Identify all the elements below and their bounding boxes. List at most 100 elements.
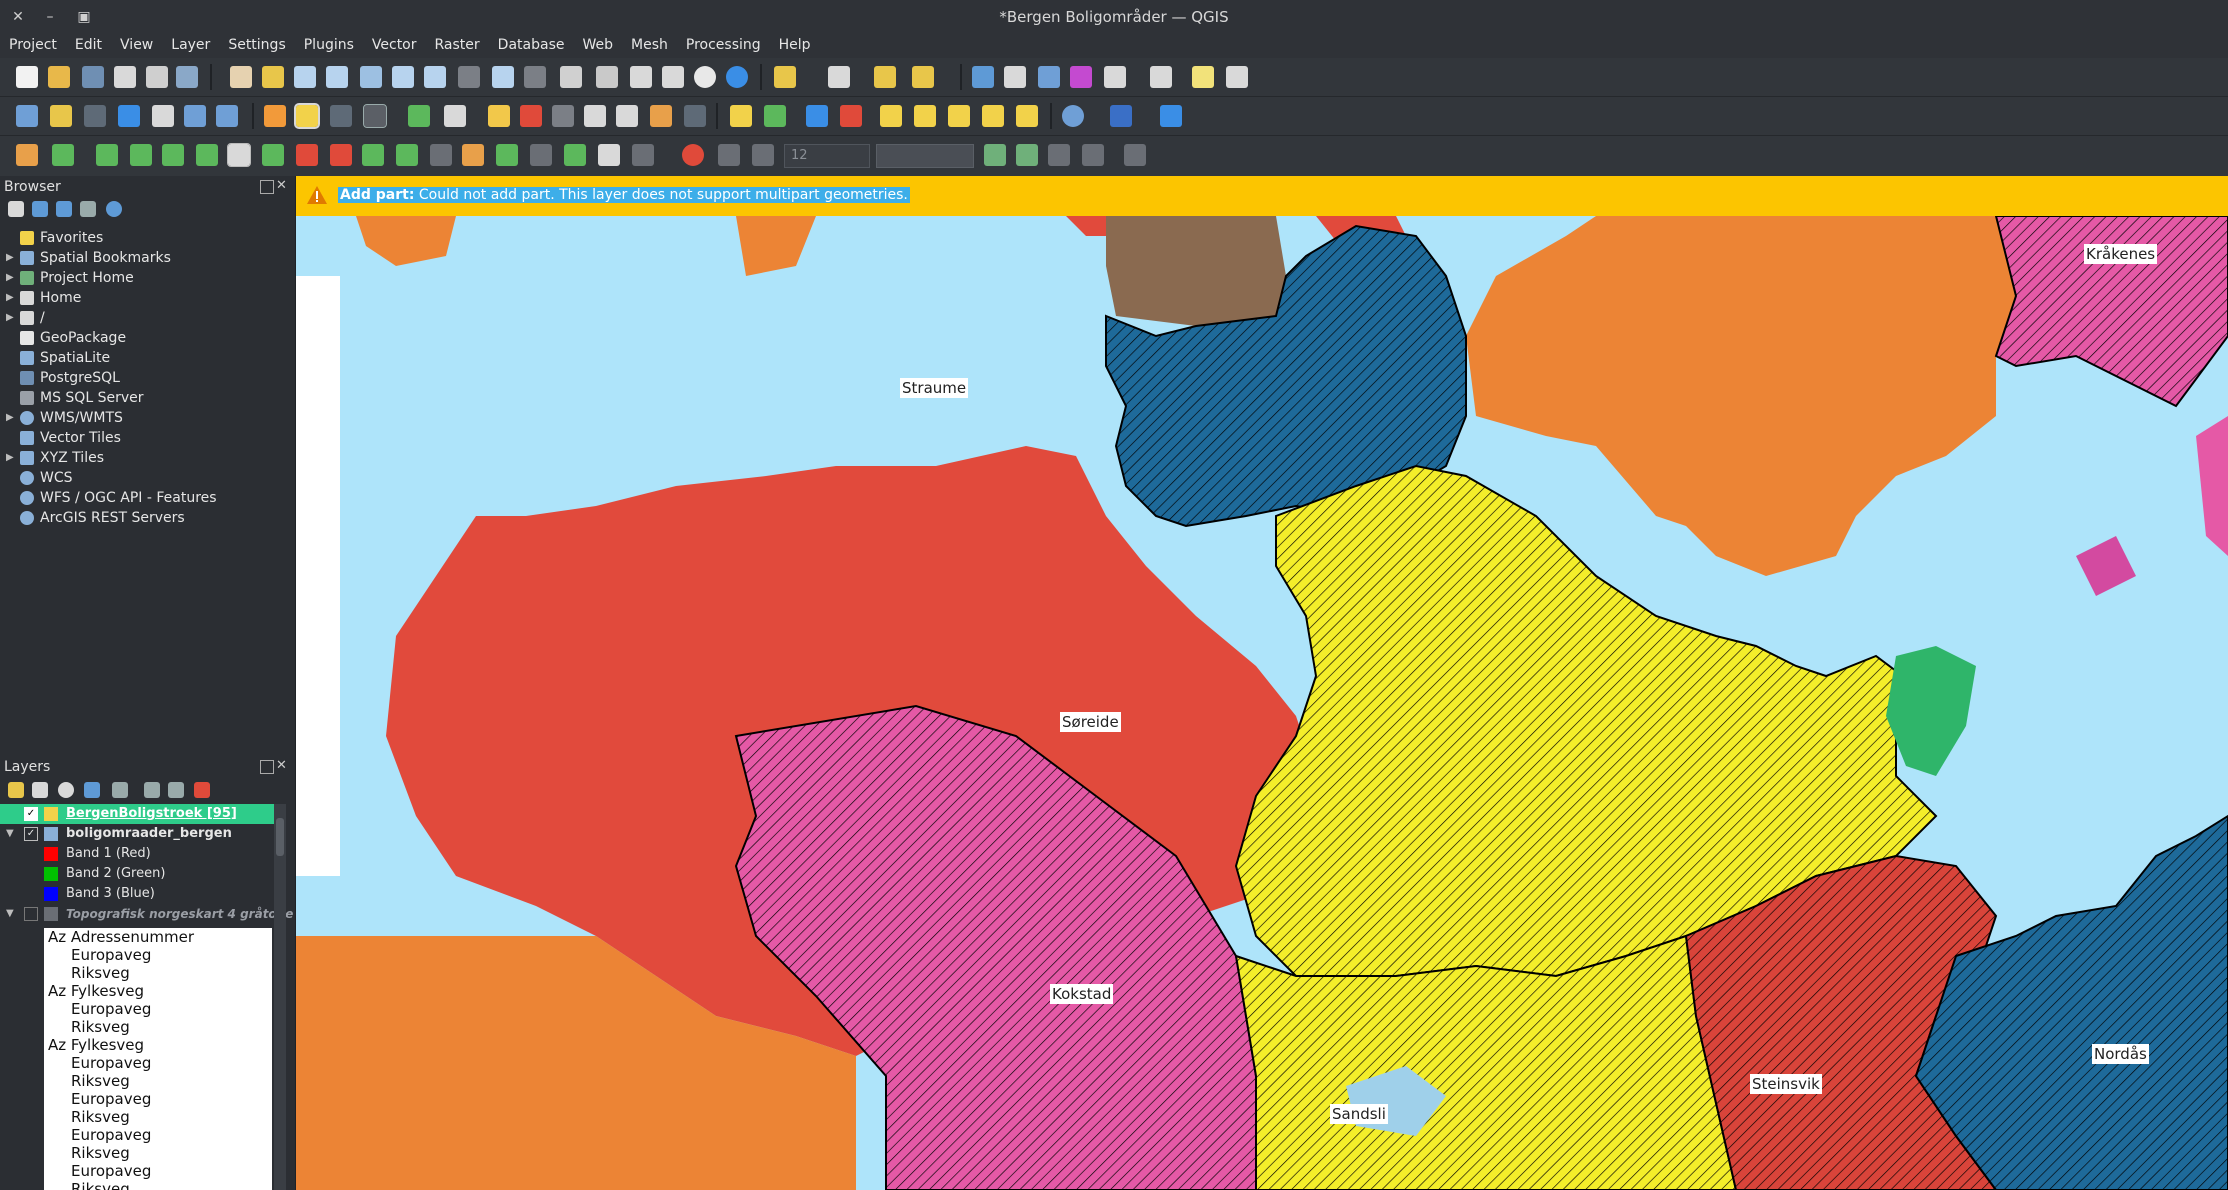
- avoid-overlap-icon[interactable]: [1124, 144, 1146, 166]
- delete-ring-icon[interactable]: [296, 144, 318, 166]
- add-polygon-icon[interactable]: [408, 105, 430, 127]
- layer-topografisk-norgeskart[interactable]: ▼ Topografisk norgeskart 4 gråtone: [0, 904, 293, 924]
- undo-icon[interactable]: [650, 105, 672, 127]
- locator-icon[interactable]: [1226, 66, 1248, 88]
- current-edits-icon[interactable]: [264, 105, 286, 127]
- collapse-arrow-icon[interactable]: ▼: [6, 904, 14, 924]
- merge-attributes-icon[interactable]: [530, 144, 552, 166]
- text-annotation-icon[interactable]: [598, 144, 620, 166]
- menu-edit[interactable]: Edit: [66, 34, 111, 53]
- zoom-next-icon[interactable]: [524, 66, 546, 88]
- advanced-digitizing-icon[interactable]: [16, 144, 38, 166]
- units-select[interactable]: [876, 144, 974, 168]
- zoom-in-icon[interactable]: [294, 66, 316, 88]
- expand-all-icon[interactable]: [144, 782, 160, 798]
- menu-layer[interactable]: Layer: [162, 34, 219, 53]
- save-edits-icon[interactable]: [330, 105, 352, 127]
- snap-type-icon[interactable]: [718, 144, 740, 166]
- deselect-features-icon[interactable]: [874, 66, 896, 88]
- menu-plugins[interactable]: Plugins: [295, 34, 363, 53]
- refresh-icon[interactable]: [726, 66, 748, 88]
- metasearch-icon[interactable]: [1062, 105, 1084, 127]
- new-shapefile-icon[interactable]: [118, 105, 140, 127]
- diagram-tool-icon[interactable]: [764, 105, 786, 127]
- add-group-icon[interactable]: [32, 782, 48, 798]
- simplify-feature-icon[interactable]: [162, 144, 184, 166]
- menu-view[interactable]: View: [111, 34, 162, 53]
- expand-arrow-icon[interactable]: ▶: [6, 308, 14, 328]
- delete-selected-icon[interactable]: [520, 105, 542, 127]
- change-label-icon[interactable]: [982, 105, 1004, 127]
- close-panel-icon[interactable]: ✕: [276, 758, 287, 773]
- add-selected-icon[interactable]: [8, 201, 24, 217]
- expand-arrow-icon[interactable]: ▶: [6, 268, 14, 288]
- delete-part-icon[interactable]: [330, 144, 352, 166]
- properties-icon[interactable]: [106, 201, 122, 217]
- collapse-all-icon[interactable]: [168, 782, 184, 798]
- save-project-icon[interactable]: [82, 66, 104, 88]
- add-raster-layer-icon[interactable]: [216, 105, 238, 127]
- close-panel-icon[interactable]: ✕: [276, 178, 287, 193]
- layout-manager-icon[interactable]: [146, 66, 168, 88]
- identify-features-icon[interactable]: [972, 66, 994, 88]
- python-console-icon[interactable]: [1110, 105, 1132, 127]
- style-manager-icon[interactable]: [176, 66, 198, 88]
- snapping-icon[interactable]: [682, 144, 704, 166]
- select-location-icon[interactable]: [912, 66, 934, 88]
- move-label-icon[interactable]: [914, 105, 936, 127]
- zoom-out-icon[interactable]: [326, 66, 348, 88]
- paste-features-icon[interactable]: [616, 105, 638, 127]
- layer-visibility-checkbox[interactable]: ✓: [24, 807, 38, 821]
- new-temporary-layer-icon[interactable]: [84, 105, 106, 127]
- rotate-feature-icon[interactable]: [130, 144, 152, 166]
- layer-visibility-checkbox[interactable]: ✓: [24, 827, 38, 841]
- snapping-intersection-icon[interactable]: [1016, 144, 1038, 166]
- self-snapping-icon[interactable]: [1082, 144, 1104, 166]
- show-hide-labels-icon[interactable]: [880, 105, 902, 127]
- new-project-icon[interactable]: [16, 66, 38, 88]
- pan-icon[interactable]: [230, 66, 252, 88]
- merge-features-icon[interactable]: [496, 144, 518, 166]
- form-annotation-icon[interactable]: [632, 144, 654, 166]
- move-feature-icon[interactable]: [96, 144, 118, 166]
- add-vector-layer-icon[interactable]: [184, 105, 206, 127]
- toggle-editing-icon[interactable]: [294, 103, 320, 129]
- topological-editing-icon[interactable]: [984, 144, 1006, 166]
- new-3d-map-icon[interactable]: [596, 66, 618, 88]
- cut-features-icon[interactable]: [552, 105, 574, 127]
- tracing-icon[interactable]: [1048, 144, 1070, 166]
- open-project-icon[interactable]: [48, 66, 70, 88]
- help-contents-icon[interactable]: [1160, 105, 1182, 127]
- zoom-native-icon[interactable]: [458, 66, 480, 88]
- zoom-to-selection-icon[interactable]: [392, 66, 414, 88]
- modify-attributes-icon[interactable]: [488, 105, 510, 127]
- menu-settings[interactable]: Settings: [219, 34, 294, 53]
- scrollbar-thumb[interactable]: [276, 818, 284, 856]
- zoom-to-layer-icon[interactable]: [424, 66, 446, 88]
- collapse-all-icon[interactable]: [80, 201, 96, 217]
- expand-arrow-icon[interactable]: ▶: [6, 448, 14, 468]
- menu-vector[interactable]: Vector: [363, 34, 426, 53]
- split-features-icon[interactable]: [430, 144, 452, 166]
- snap-layers-icon[interactable]: [752, 144, 774, 166]
- style-panel-icon[interactable]: [8, 782, 24, 798]
- reshape-features-icon[interactable]: [362, 144, 384, 166]
- redo-icon[interactable]: [684, 105, 706, 127]
- fill-ring-icon[interactable]: [262, 144, 284, 166]
- data-source-manager-icon[interactable]: [16, 105, 38, 127]
- zoom-last-icon[interactable]: [492, 66, 514, 88]
- filter-icon[interactable]: [56, 201, 72, 217]
- label-properties-icon[interactable]: [1016, 105, 1038, 127]
- expand-arrow-icon[interactable]: ▶: [6, 288, 14, 308]
- menu-web[interactable]: Web: [573, 34, 622, 53]
- new-virtual-layer-icon[interactable]: [152, 105, 174, 127]
- attribute-table-icon[interactable]: [1004, 66, 1026, 88]
- layer-boligomraader-bergen[interactable]: ▼ ✓ boligomraader_bergen: [0, 824, 275, 844]
- pin-labels-icon[interactable]: [840, 105, 862, 127]
- float-panel-icon[interactable]: [260, 760, 274, 774]
- rotate-label-icon[interactable]: [948, 105, 970, 127]
- copy-features-icon[interactable]: [584, 105, 606, 127]
- layers-scrollbar[interactable]: [274, 804, 286, 1190]
- map-tips-icon[interactable]: [1192, 66, 1214, 88]
- manage-map-themes-icon[interactable]: [58, 782, 74, 798]
